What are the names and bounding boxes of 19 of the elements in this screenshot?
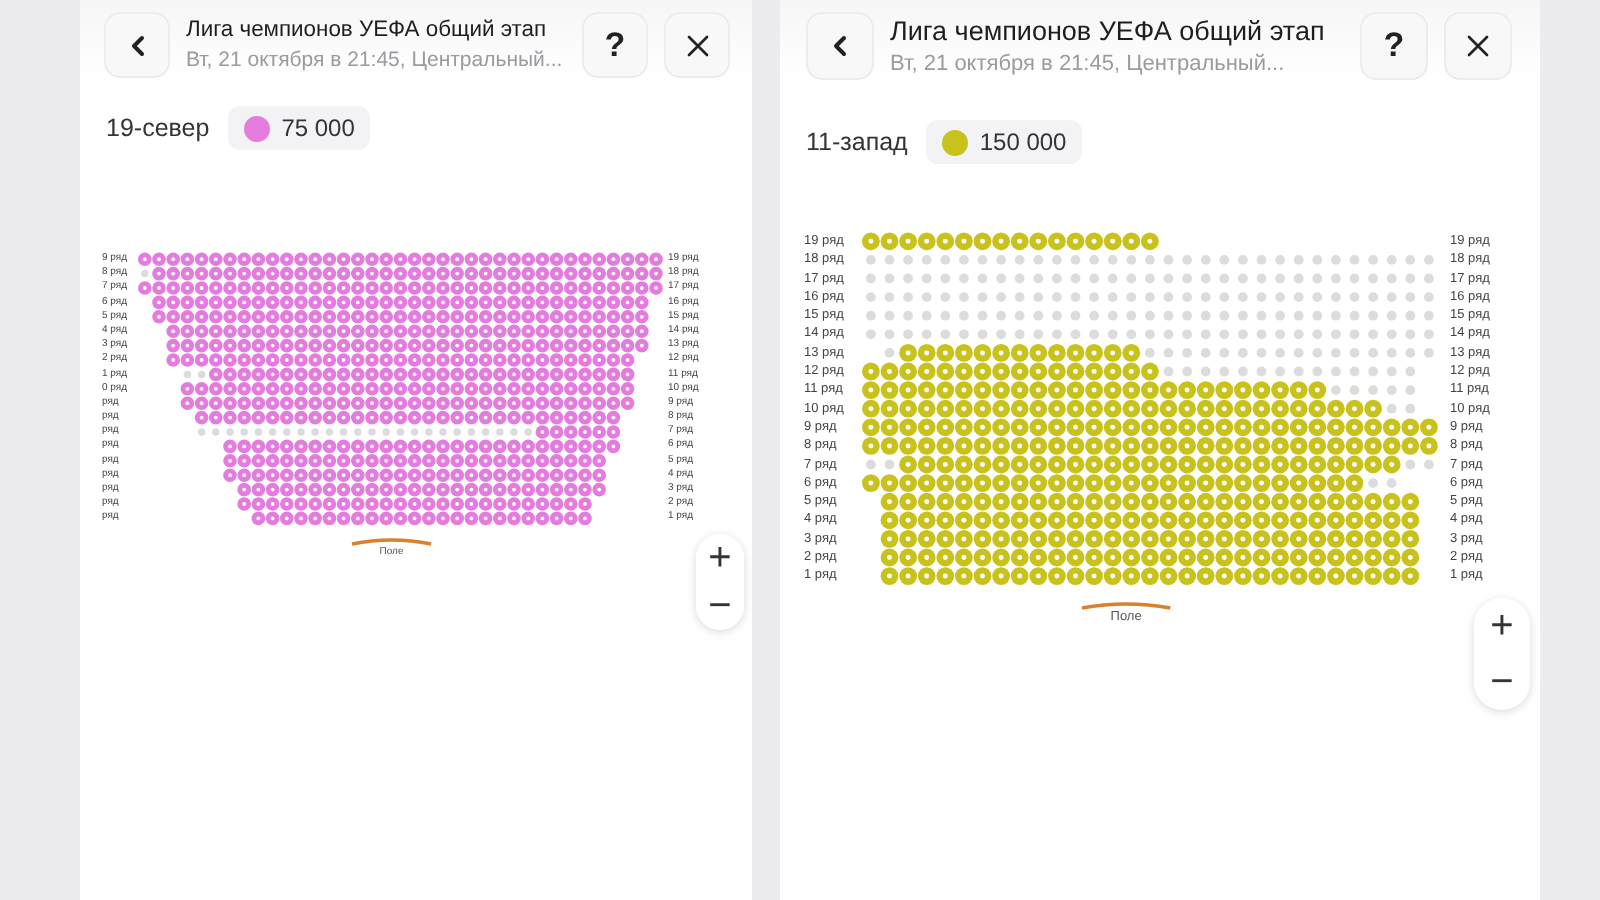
help-button[interactable]: ? <box>582 12 648 78</box>
event-title: Лига чемпионов УЕФА общий этап <box>186 18 549 42</box>
sector-name: 11-запад <box>806 128 908 156</box>
zoom-in-button[interactable]: + <box>1474 598 1530 654</box>
back-button[interactable] <box>104 12 170 78</box>
event-subtitle: Вт, 21 октября в 21:45, Центральный... <box>186 48 565 72</box>
field-arc-icon <box>1080 599 1173 610</box>
close-button[interactable] <box>664 12 730 78</box>
price-text: 150 000 <box>979 128 1067 156</box>
event-title: Лига чемпионов УЕФА общий этап <box>890 16 1327 46</box>
event-subtitle: Вт, 21 октября в 21:45, Центральный... <box>890 52 1287 76</box>
zoom-out-button[interactable]: − <box>1474 654 1530 710</box>
zoom-in-button[interactable]: + <box>696 534 744 582</box>
field-arc-icon <box>350 535 434 546</box>
zoom-out-button[interactable]: − <box>696 582 744 630</box>
price-text: 75 000 <box>281 114 355 142</box>
help-button[interactable]: ? <box>1360 12 1428 80</box>
sector-name: 19-север <box>106 114 210 142</box>
close-button[interactable] <box>1444 12 1512 80</box>
